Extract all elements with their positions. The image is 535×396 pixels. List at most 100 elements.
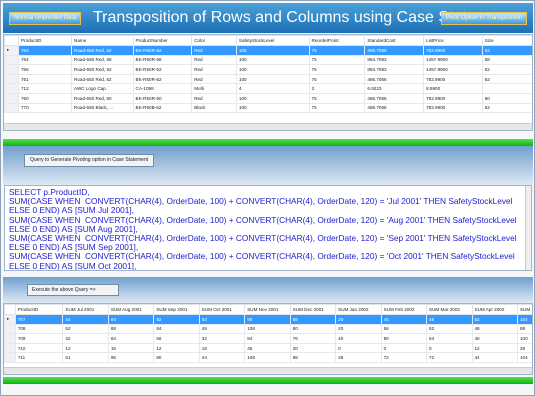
table-cell[interactable]: 88: [289, 352, 337, 363]
table-cell[interactable]: 707: [14, 314, 64, 325]
table-cell[interactable]: 1457.9900: [423, 54, 483, 66]
table-cell[interactable]: 884.7083: [364, 54, 425, 66]
execute-query-button[interactable]: Execute the above Query =>: [27, 284, 119, 296]
table-cell[interactable]: 711: [14, 352, 64, 363]
table-cell[interactable]: 92: [153, 314, 200, 325]
table-cell[interactable]: BK-R50R-62: [132, 73, 193, 85]
table-cell[interactable]: 108: [244, 323, 291, 335]
table-row[interactable]: 764 Road-650 Red, 58 BK-R50R-58 Red 100 75 884…: [4, 54, 532, 66]
table-cell[interactable]: 88: [107, 323, 155, 335]
table-cell[interactable]: 80: [380, 333, 428, 344]
table-row[interactable]: 712 AWC Logo Cap CA-1098 Multi 4 3 6.9223 8.990…: [4, 83, 532, 94]
table-cell[interactable]: 782.9900: [423, 73, 483, 85]
table-cell[interactable]: 20: [335, 323, 382, 335]
sql-query-textbox[interactable]: SELECT p.ProductID, SUM(CASE WHEN CONVER…: [4, 185, 532, 271]
column-header[interactable]: ProductID: [17, 35, 73, 46]
table-cell[interactable]: Red: [191, 73, 237, 85]
table-cell[interactable]: 60: [481, 92, 532, 104]
normal-unpivoted-data-button[interactable]: Normal Unpivoted Data: [9, 12, 82, 25]
table-cell[interactable]: 75: [308, 64, 366, 75]
row-header[interactable]: [4, 342, 16, 354]
table-cell[interactable]: 56: [153, 333, 200, 344]
table-cell[interactable]: BK-R50R-58: [132, 54, 193, 66]
row-header[interactable]: [4, 83, 19, 94]
table-cell[interactable]: [481, 83, 532, 94]
table-cell[interactable]: 100: [235, 73, 310, 85]
table-cell[interactable]: 44: [471, 352, 518, 363]
pivot-result-grid[interactable]: ProductID SUM Jul 2001 SUM Aug 2001 SUM Sep…: [3, 303, 533, 375]
table-cell[interactable]: Road-650 Red, 60: [71, 92, 134, 104]
table-row[interactable]: ▸ 763 Road-650 Red, 62 BK-R50R-62 Red 100 75 48…: [4, 45, 532, 56]
table-cell[interactable]: 88: [516, 323, 532, 335]
table-cell[interactable]: 32: [62, 333, 109, 344]
column-header[interactable]: ProductID: [14, 304, 64, 315]
table-cell[interactable]: Red: [191, 64, 237, 75]
table-cell[interactable]: 75: [308, 73, 366, 85]
table-cell[interactable]: 770: [17, 102, 73, 114]
table-cell[interactable]: Red: [191, 92, 237, 104]
row-header[interactable]: ▸: [4, 314, 16, 325]
table-cell[interactable]: 80: [153, 352, 200, 363]
table-cell[interactable]: 75: [308, 102, 366, 114]
column-header[interactable]: SUM Jan 2002: [335, 304, 382, 315]
table-cell[interactable]: 100: [235, 102, 310, 114]
row-header[interactable]: [4, 102, 19, 114]
products-grid[interactable]: ProductID Name ProductNumber Color SafetySto…: [3, 34, 533, 131]
table-cell[interactable]: 712: [17, 83, 73, 94]
table-cell[interactable]: 16: [198, 342, 246, 354]
table-cell[interactable]: 782.9900: [423, 102, 483, 114]
table-cell[interactable]: 96: [244, 314, 291, 325]
table-cell[interactable]: 0: [380, 342, 428, 354]
table-cell[interactable]: 756: [17, 64, 73, 75]
table-cell[interactable]: AWC Logo Cap: [71, 83, 134, 94]
table-cell[interactable]: BK-R50R-62: [132, 45, 193, 56]
table-cell[interactable]: Black: [191, 102, 237, 114]
table-cell[interactable]: 40: [335, 333, 382, 344]
table-cell[interactable]: 3: [308, 83, 366, 94]
horizontal-scrollbar[interactable]: [4, 123, 532, 130]
column-header[interactable]: Color: [191, 35, 237, 46]
table-cell[interactable]: 20: [289, 342, 337, 354]
row-header[interactable]: [4, 54, 19, 66]
table-cell[interactable]: 20: [335, 314, 382, 325]
table-cell[interactable]: BK-R50R-60: [132, 92, 193, 104]
table-cell[interactable]: 48: [198, 323, 246, 335]
table-cell[interactable]: 761: [17, 73, 73, 85]
table-cell[interactable]: 104: [516, 352, 532, 363]
table-cell[interactable]: 782.9900: [423, 45, 483, 56]
table-cell[interactable]: 62: [481, 73, 532, 85]
column-header[interactable]: SUM Apr 2002: [471, 304, 518, 315]
table-cell[interactable]: 100: [235, 54, 310, 66]
table-cell[interactable]: 28: [516, 342, 532, 354]
table-cell[interactable]: 0: [335, 342, 382, 354]
table-cell[interactable]: 48: [244, 342, 291, 354]
table-cell[interactable]: Red: [191, 45, 237, 56]
column-header[interactable]: SUM Aug 2001: [107, 304, 155, 315]
table-cell[interactable]: 56: [380, 323, 428, 335]
table-cell[interactable]: 100: [516, 333, 532, 344]
column-header[interactable]: SafetyStockLevel: [235, 35, 310, 46]
table-cell[interactable]: 52: [481, 102, 532, 114]
table-cell[interactable]: 52: [198, 314, 246, 325]
table-cell[interactable]: 88: [289, 314, 337, 325]
column-header[interactable]: SUM Jul 2001: [62, 304, 109, 315]
table-cell[interactable]: 8.9900: [423, 83, 483, 94]
table-cell[interactable]: 709: [14, 333, 64, 344]
table-cell[interactable]: 12: [62, 342, 109, 354]
table-cell[interactable]: 36: [335, 352, 382, 363]
column-header[interactable]: SUM Dec 2001: [289, 304, 337, 315]
table-cell[interactable]: 486.7066: [364, 92, 425, 104]
table-cell[interactable]: 40: [471, 333, 518, 344]
column-header[interactable]: ListPrice: [423, 35, 483, 46]
table-cell[interactable]: 75: [308, 45, 366, 56]
table-cell[interactable]: 764: [17, 54, 73, 66]
table-row[interactable]: 711 61 96 80 44 108 88 36 72 72 44 104: [4, 352, 532, 363]
table-cell[interactable]: Road-650 Red, 58: [71, 54, 134, 66]
table-cell[interactable]: 52: [426, 323, 473, 335]
column-header[interactable]: SUM Feb 2002: [380, 304, 428, 315]
table-cell[interactable]: 760: [17, 92, 73, 104]
table-cell[interactable]: 84: [244, 333, 291, 344]
table-cell[interactable]: 100: [235, 92, 310, 104]
table-cell[interactable]: 782.9900: [423, 92, 483, 104]
table-cell[interactable]: CA-1098: [132, 83, 193, 94]
